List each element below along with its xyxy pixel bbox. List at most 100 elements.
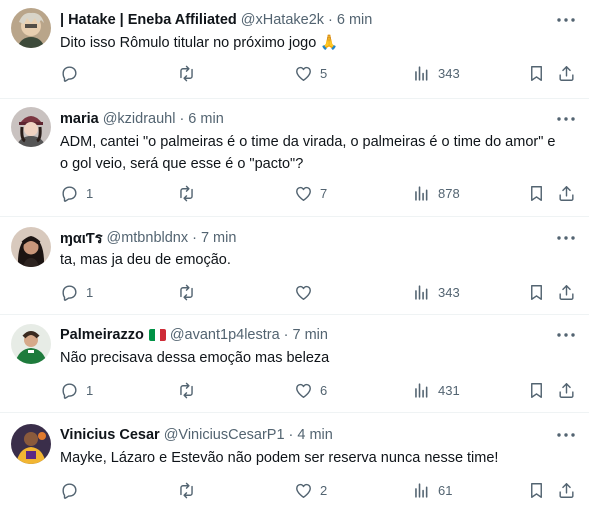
bookmark-button[interactable] — [527, 182, 546, 204]
reply-button[interactable]: 1 — [60, 379, 93, 401]
bookmark-icon — [531, 284, 542, 300]
views-button[interactable]: 878 — [412, 182, 460, 204]
reply-icon — [62, 482, 77, 499]
reply-button[interactable]: 1 — [60, 281, 93, 303]
views-icon — [415, 65, 428, 81]
heart-icon — [296, 383, 311, 398]
tweet-text: Não precisava dessa emoção mas beleza — [60, 350, 330, 366]
retweet-button[interactable] — [177, 182, 203, 204]
italy-flag-icon — [148, 329, 166, 341]
author-handle[interactable]: @xHatake2k — [241, 12, 324, 28]
reply-icon — [62, 284, 77, 301]
share-icon — [559, 185, 574, 201]
views-icon — [415, 482, 428, 498]
author-name[interactable]: maria — [60, 111, 99, 127]
share-button[interactable] — [557, 182, 576, 204]
tweet-text-line: ADM, cantei "o palmeiras é o time da vir… — [60, 134, 556, 150]
tweet[interactable]: | Hatake | Eneba Affiliated @xHatake2k ·… — [0, 0, 589, 99]
reply-feed: | Hatake | Eneba Affiliated @xHatake2k ·… — [0, 0, 589, 508]
views-button[interactable]: 431 — [412, 379, 460, 401]
view-count: 431 — [438, 382, 460, 398]
more-options-icon[interactable] — [555, 325, 577, 345]
bookmark-icon — [531, 185, 542, 201]
like-button[interactable]: 5 — [294, 62, 327, 84]
more-options-icon[interactable] — [555, 425, 577, 445]
reply-count: 1 — [86, 284, 94, 300]
bookmark-button[interactable] — [527, 479, 546, 501]
tweet[interactable]: ɱαιƬร @mtbnbldnx · 7 min ta, mas ja deu … — [0, 217, 589, 315]
avatar[interactable] — [11, 324, 51, 364]
timestamp[interactable]: 4 min — [297, 427, 332, 443]
bookmark-button[interactable] — [527, 281, 546, 303]
like-count: 5 — [320, 65, 328, 81]
tweet-text-line: o gol veio, será que esse é o "pacto"? — [60, 156, 304, 172]
retweet-button[interactable] — [177, 379, 203, 401]
author-name[interactable]: | Hatake | Eneba Affiliated — [60, 12, 237, 28]
avatar[interactable] — [11, 424, 51, 464]
avatar[interactable] — [11, 107, 51, 147]
separator-dot: · — [283, 327, 289, 343]
share-button[interactable] — [557, 379, 576, 401]
reply-count: 1 — [86, 185, 94, 201]
views-icon — [415, 185, 428, 201]
like-button[interactable]: 2 — [294, 479, 327, 501]
more-options-icon[interactable] — [555, 10, 577, 30]
like-count: 6 — [320, 382, 328, 398]
views-button[interactable]: 343 — [412, 62, 460, 84]
like-button[interactable] — [294, 281, 320, 303]
author-name[interactable]: Vinicius Cesar — [60, 427, 160, 443]
author-name[interactable]: ɱαιƬร — [60, 227, 102, 250]
share-button[interactable] — [557, 62, 576, 84]
retweet-button[interactable] — [177, 479, 203, 501]
bookmark-icon — [531, 482, 542, 498]
share-icon — [559, 482, 574, 498]
retweet-icon — [180, 382, 193, 398]
bookmark-button[interactable] — [527, 62, 546, 84]
view-count: 878 — [438, 185, 460, 201]
author-handle[interactable]: @ViniciusCesarP1 — [164, 427, 285, 443]
more-options-icon[interactable] — [555, 109, 577, 129]
tweet-text: Dito isso Rômulo titular no próximo jogo… — [60, 35, 339, 51]
like-button[interactable]: 7 — [294, 182, 327, 204]
author-handle[interactable]: @avant1p4lestra — [170, 327, 280, 343]
like-count: 7 — [320, 185, 328, 201]
author-handle[interactable]: @kzidrauhl — [103, 111, 176, 127]
heart-icon — [296, 66, 311, 81]
tweet[interactable]: Palmeirazzo @avant1p4lestra · 7 min Não … — [0, 315, 589, 413]
views-button[interactable]: 61 — [412, 479, 452, 501]
reply-button[interactable] — [60, 62, 86, 84]
separator-dot: · — [192, 230, 197, 246]
retweet-icon — [180, 482, 193, 498]
view-count: 343 — [438, 65, 460, 81]
timestamp[interactable]: 6 min — [188, 111, 223, 127]
reply-button[interactable]: 1 — [60, 182, 93, 204]
tweet-text: Mayke, Lázaro e Estevão não podem ser re… — [60, 450, 499, 466]
share-button[interactable] — [557, 281, 576, 303]
author-name[interactable]: Palmeirazzo — [60, 327, 144, 343]
retweet-button[interactable] — [177, 62, 203, 84]
retweet-icon — [180, 185, 193, 201]
views-button[interactable]: 343 — [412, 281, 460, 303]
timestamp[interactable]: 7 min — [293, 327, 328, 343]
separator-dot: · — [288, 427, 294, 443]
heart-icon — [296, 186, 311, 201]
tweet[interactable]: Vinicius Cesar @ViniciusCesarP1 · 4 min … — [0, 413, 589, 508]
more-options-icon[interactable] — [555, 228, 577, 248]
separator-dot: · — [179, 111, 185, 127]
avatar[interactable] — [11, 8, 51, 48]
retweet-icon — [180, 65, 193, 81]
share-icon — [559, 382, 574, 398]
retweet-button[interactable] — [177, 281, 203, 303]
avatar[interactable] — [11, 227, 51, 267]
timestamp[interactable]: 7 min — [201, 230, 236, 246]
separator-dot: · — [328, 12, 333, 28]
tweet[interactable]: maria @kzidrauhl · 6 min ADM, cantei "o … — [0, 99, 589, 217]
reply-button[interactable] — [60, 479, 86, 501]
author-handle[interactable]: @mtbnbldnx — [106, 230, 188, 246]
timestamp[interactable]: 6 min — [337, 12, 372, 28]
share-button[interactable] — [557, 479, 576, 501]
like-button[interactable]: 6 — [294, 379, 327, 401]
bookmark-icon — [531, 382, 542, 398]
bookmark-button[interactable] — [527, 379, 546, 401]
reply-icon — [62, 185, 77, 202]
